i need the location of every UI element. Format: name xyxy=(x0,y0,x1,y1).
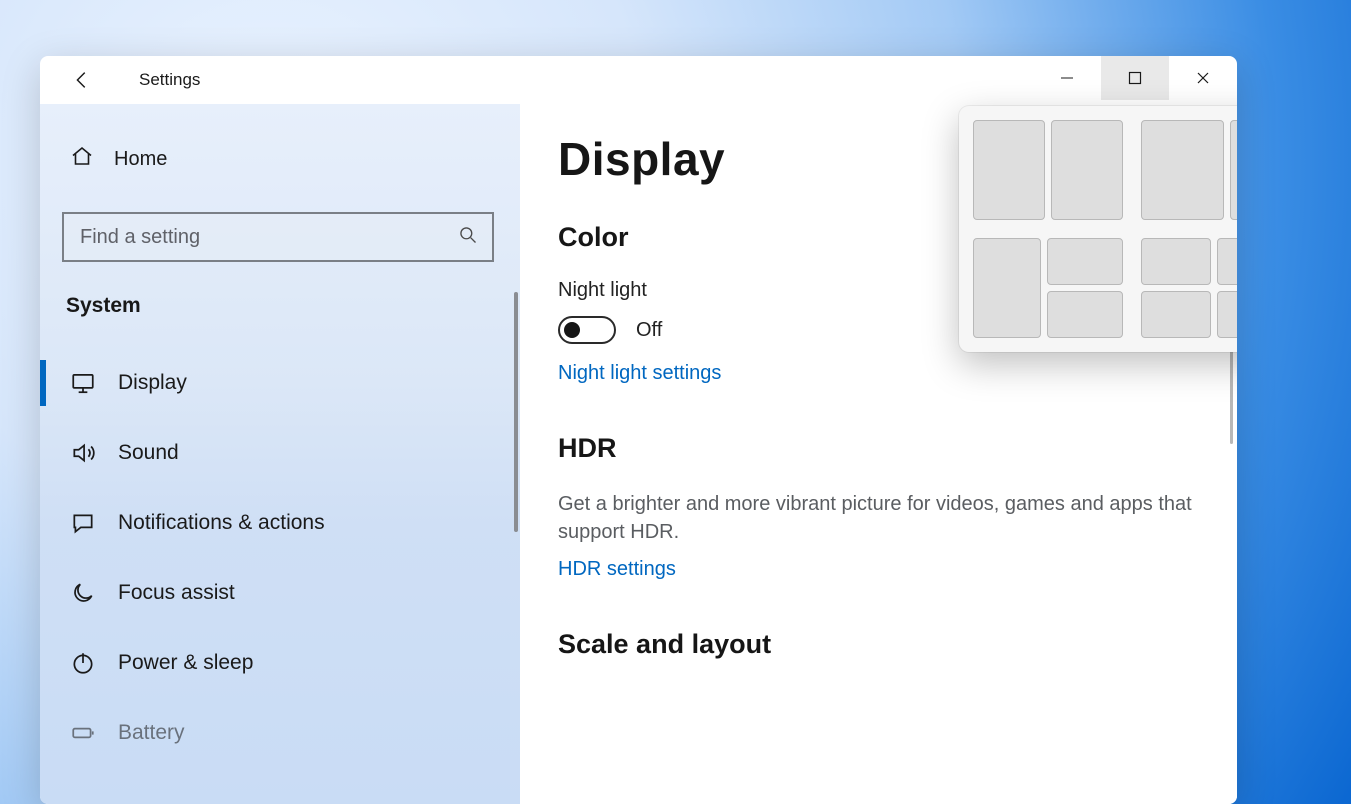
nav-home[interactable]: Home xyxy=(62,134,498,184)
sidebar-item-label: Sound xyxy=(118,441,179,465)
maximize-button[interactable] xyxy=(1101,56,1169,100)
home-icon xyxy=(70,144,94,174)
sidebar-scrollbar-thumb[interactable] xyxy=(514,292,518,532)
section-title-scale: Scale and layout xyxy=(558,629,1199,660)
window-controls xyxy=(1033,56,1237,104)
sidebar: Home System Display xyxy=(40,104,520,804)
snap-cell[interactable] xyxy=(1217,238,1237,285)
snap-cell[interactable] xyxy=(1217,291,1237,338)
sidebar-item-battery[interactable]: Battery xyxy=(62,698,498,768)
toggle-knob xyxy=(564,322,580,338)
snap-cell[interactable] xyxy=(1141,238,1211,285)
close-icon xyxy=(1196,71,1210,85)
nav-home-label: Home xyxy=(114,148,167,171)
minimize-button[interactable] xyxy=(1033,56,1101,100)
back-button[interactable] xyxy=(70,56,94,104)
hdr-description: Get a brighter and more vibrant picture … xyxy=(558,490,1198,546)
snap-cell[interactable] xyxy=(1047,238,1123,285)
sidebar-item-display[interactable]: Display xyxy=(62,348,498,418)
snap-cell[interactable] xyxy=(1047,291,1123,338)
snap-cell[interactable] xyxy=(1141,291,1211,338)
maximize-icon xyxy=(1128,71,1142,85)
power-icon xyxy=(70,650,96,676)
sidebar-item-label: Display xyxy=(118,371,187,395)
moon-icon xyxy=(70,580,96,606)
sidebar-item-label: Focus assist xyxy=(118,581,235,605)
search-input[interactable] xyxy=(78,225,458,250)
snap-layouts-flyout xyxy=(959,106,1237,352)
snap-cell[interactable] xyxy=(1141,120,1224,220)
snap-cell[interactable] xyxy=(1230,120,1237,220)
sidebar-item-label: Power & sleep xyxy=(118,651,253,675)
snap-layout-left-plus-stack[interactable] xyxy=(973,238,1123,338)
sidebar-item-sound[interactable]: Sound xyxy=(62,418,498,488)
search-icon xyxy=(458,225,478,250)
night-light-settings-link[interactable]: Night light settings xyxy=(558,362,721,385)
snap-layout-two-halves[interactable] xyxy=(973,120,1123,220)
sidebar-item-notifications[interactable]: Notifications & actions xyxy=(62,488,498,558)
sidebar-item-focus[interactable]: Focus assist xyxy=(62,558,498,628)
monitor-icon xyxy=(70,370,96,396)
settings-window: Settings Home xyxy=(40,56,1237,804)
arrow-left-icon xyxy=(71,69,93,91)
snap-cell[interactable] xyxy=(973,120,1045,220)
sidebar-item-power[interactable]: Power & sleep xyxy=(62,628,498,698)
night-light-toggle[interactable] xyxy=(558,316,616,344)
chat-icon xyxy=(70,510,96,536)
night-light-state: Off xyxy=(636,319,662,342)
sidebar-category: System xyxy=(66,294,498,318)
hdr-settings-link[interactable]: HDR settings xyxy=(558,558,676,581)
snap-layout-two-thirds-left[interactable] xyxy=(1141,120,1237,220)
minimize-icon xyxy=(1060,71,1074,85)
sidebar-item-label: Battery xyxy=(118,721,185,745)
sidebar-nav: Display Sound Notifications & actions xyxy=(62,348,498,768)
speaker-icon xyxy=(70,440,96,466)
section-title-hdr: HDR xyxy=(558,433,1199,464)
snap-cell[interactable] xyxy=(973,238,1041,338)
app-title: Settings xyxy=(139,70,200,90)
snap-cell[interactable] xyxy=(1051,120,1123,220)
sidebar-item-label: Notifications & actions xyxy=(118,511,325,535)
titlebar: Settings xyxy=(40,56,1237,104)
snap-layout-quad[interactable] xyxy=(1141,238,1237,338)
close-button[interactable] xyxy=(1169,56,1237,100)
search-box[interactable] xyxy=(62,212,494,262)
battery-icon xyxy=(70,720,96,746)
